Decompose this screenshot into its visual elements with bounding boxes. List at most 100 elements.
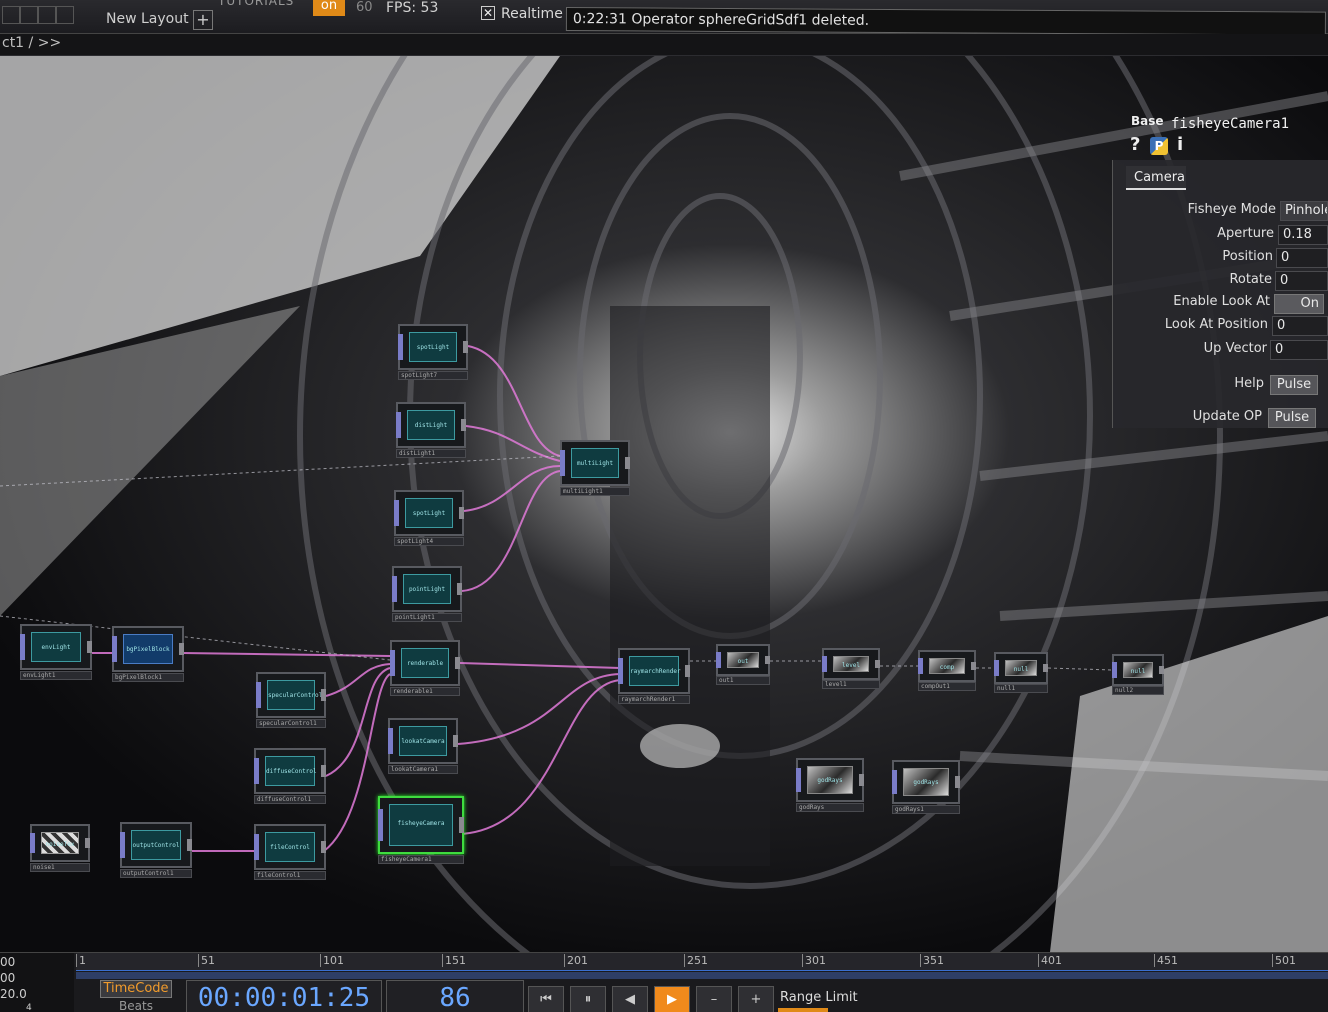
node-diffuse-control-1[interactable]: diffuseControl diffuseControl1 <box>254 748 326 804</box>
node-raymarch-render-1[interactable]: raymarchRender raymarchRender1 <box>618 648 690 704</box>
node-title: envLight <box>41 643 71 651</box>
node-label: fisheyeCamera1 <box>378 855 464 864</box>
operator-type: Base <box>1131 114 1164 128</box>
node-noise-1[interactable]: noiseTex noise1 <box>30 824 90 872</box>
tab-camera[interactable]: Camera <box>1126 166 1186 190</box>
look-at-position-field[interactable]: 0 <box>1272 316 1328 336</box>
node-label: spotLight7 <box>398 371 468 380</box>
step-forward-button[interactable]: + <box>738 986 774 1012</box>
node-bg-pixel-block-1[interactable]: bgPixelBlock bgPixelBlock1 <box>112 626 184 682</box>
on-toggle[interactable]: on <box>313 0 345 16</box>
node-multi-light-1[interactable]: multiLight multiLight1 <box>560 440 630 496</box>
tutorials-menu[interactable]: TUTORIALS <box>218 0 294 8</box>
position-field[interactable]: 0 <box>1276 248 1328 268</box>
node-output-control-1[interactable]: outputControl outputControl1 <box>120 822 192 878</box>
range-limit-label: Range Limit <box>780 990 858 1005</box>
skip-start-button[interactable]: ⏮ <box>528 986 564 1012</box>
step-back-button[interactable]: – <box>696 986 732 1012</box>
param-label: Up Vector <box>1203 341 1267 356</box>
node-title: raymarchRender <box>630 667 681 675</box>
node-label: godRays <box>796 803 864 812</box>
play-reverse-button[interactable]: ◀ <box>612 986 648 1012</box>
param-label: Fisheye Mode <box>1187 202 1276 217</box>
node-god-rays[interactable]: godRays godRays <box>796 758 864 814</box>
python-icon[interactable]: P <box>1150 137 1168 155</box>
range-limit-toggle[interactable] <box>778 1008 828 1012</box>
fisheye-mode-menu[interactable]: Pinhole <box>1280 201 1328 221</box>
timecode-display[interactable]: 00:00:01:25 <box>186 980 382 1012</box>
column-glow <box>640 724 720 768</box>
node-level-1[interactable]: level level1 <box>822 648 880 689</box>
aperture-field[interactable]: 0.18 <box>1278 225 1328 245</box>
node-file-control-1[interactable]: fileControl fileControl1 <box>254 824 326 880</box>
tab-label: Camera <box>1134 170 1186 185</box>
node-label: spotLight4 <box>394 537 464 546</box>
fps-readout: FPS: 53 <box>386 0 439 16</box>
up-vector-field[interactable]: 0 <box>1270 340 1328 360</box>
play-forward-button[interactable]: ▶ <box>654 986 690 1012</box>
pause-button[interactable]: ⏸ <box>570 986 606 1012</box>
param-label: Enable Look At <box>1173 294 1270 309</box>
timeline-info: 00 00 20.0 4 <box>0 953 74 1012</box>
node-label: renderable1 <box>390 687 460 696</box>
enable-look-at-toggle[interactable]: On <box>1274 294 1324 314</box>
node-point-light-1[interactable]: pointLight pointLight1 <box>392 566 462 622</box>
realtime-checkbox[interactable]: ✕ <box>481 6 495 20</box>
node-title: multiLight <box>576 459 614 467</box>
ruler-tick: 151 <box>442 954 466 967</box>
node-title: lookatCamera <box>401 737 445 745</box>
layout-grid-cell[interactable] <box>56 6 74 24</box>
operator-name[interactable]: fisheyeCamera1 <box>1171 116 1289 132</box>
node-lookat-camera-1[interactable]: lookatCamera lookatCamera1 <box>388 718 458 774</box>
node-label: null1 <box>994 684 1048 693</box>
node-title: godRays <box>817 776 843 784</box>
rotate-field[interactable]: 0 <box>1275 271 1328 291</box>
status-bar: 0:22:31 Operator sphereGridSdf1 deleted. <box>565 7 1326 36</box>
node-out-1[interactable]: out out1 <box>716 644 770 685</box>
node-env-light-1[interactable]: envLight envLight1 <box>20 624 92 680</box>
node-renderable-1[interactable]: renderable renderable1 <box>390 640 460 696</box>
node-label: level1 <box>822 680 880 689</box>
node-god-rays-1[interactable]: godRays godRays1 <box>892 760 960 816</box>
node-title: fileControl <box>270 843 310 851</box>
update-op-pulse-button[interactable]: Pulse <box>1268 408 1316 428</box>
ruler-tick: 501 <box>1272 954 1296 967</box>
node-null-2[interactable]: null null2 <box>1112 654 1164 695</box>
timeline-ruler[interactable]: 1 51 101 151 201 251 301 351 401 451 501 <box>76 953 1328 971</box>
node-label: out1 <box>716 676 770 685</box>
beats-mode-button[interactable]: Beats <box>100 999 172 1012</box>
ruler-tick: 301 <box>802 954 826 967</box>
info-icon[interactable]: i <box>1177 134 1183 155</box>
node-spot-light-4[interactable]: spotLight spotLight4 <box>394 490 464 546</box>
layout-grid-cell[interactable] <box>2 6 20 24</box>
node-label: fileControl1 <box>254 871 326 880</box>
timeline-info-line: 20.0 <box>0 987 27 1001</box>
layout-grid-cell[interactable] <box>38 6 56 24</box>
fps-cap-value[interactable]: 60 <box>356 0 373 15</box>
node-spot-light-7[interactable]: spotLight spotLight7 <box>398 324 468 380</box>
help-icon[interactable]: ? <box>1130 134 1140 155</box>
frame-display[interactable]: 86 <box>386 980 524 1012</box>
status-message: 0:22:31 Operator sphereGridSdf1 deleted. <box>572 11 870 29</box>
add-layout-button[interactable]: + <box>193 10 213 30</box>
layout-grid-cell[interactable] <box>20 6 38 24</box>
timeline-track[interactable] <box>76 972 1328 979</box>
node-label: compOut1 <box>918 682 976 691</box>
node-fisheye-camera-1[interactable]: fisheyeCamera fisheyeCamera1 <box>378 796 464 866</box>
node-dist-light-1[interactable]: distLight distLight1 <box>396 402 466 458</box>
new-layout-label[interactable]: New Layout <box>106 11 189 27</box>
network-path[interactable]: ct1 / >> <box>2 35 61 51</box>
timeline-info-line: 4 <box>26 1003 32 1012</box>
node-comp-out-1[interactable]: comp compOut1 <box>918 650 976 691</box>
ruler-tick: 401 <box>1038 954 1062 967</box>
node-null-1[interactable]: null null1 <box>994 652 1048 693</box>
node-title: diffuseControl <box>266 767 317 775</box>
timeline-info-line: 00 <box>0 971 16 985</box>
timeline-info-line: 00 <box>0 955 16 969</box>
node-specular-control-1[interactable]: specularControl specularControl1 <box>256 672 326 728</box>
node-title: spotLight <box>416 343 450 351</box>
node-label: distLight1 <box>396 449 466 458</box>
help-pulse-button[interactable]: Pulse <box>1270 375 1318 395</box>
node-label: null2 <box>1112 686 1164 695</box>
timecode-mode-button[interactable]: TimeCode <box>100 980 172 998</box>
